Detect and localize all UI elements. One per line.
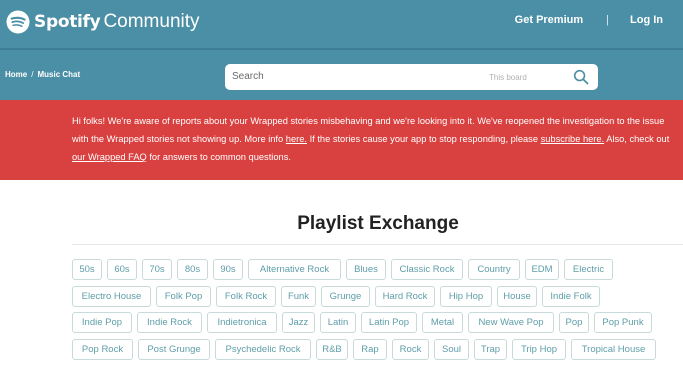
tag-post-grunge[interactable]: Post Grunge bbox=[138, 339, 210, 361]
tag-indietronica[interactable]: Indietronica bbox=[207, 312, 277, 334]
tag-row: Pop Rock Post Grunge Psychedelic Rock R&… bbox=[72, 339, 683, 361]
genre-tag-cloud: 50s 60s 70s 80s 90s Alternative Rock Blu… bbox=[72, 259, 683, 366]
tag-soul[interactable]: Soul bbox=[434, 339, 469, 361]
tag-70s[interactable]: 70s bbox=[142, 259, 172, 280]
top-nav: Get Premium | Log In bbox=[515, 14, 663, 26]
tag-hard-rock[interactable]: Hard Rock bbox=[375, 285, 435, 307]
tag-pop-punk[interactable]: Pop Punk bbox=[594, 312, 652, 334]
tag-indie-rock[interactable]: Indie Rock bbox=[137, 312, 202, 334]
nav-separator: | bbox=[606, 14, 609, 26]
tag-blues[interactable]: Blues bbox=[346, 259, 386, 280]
breadcrumb-separator: / bbox=[31, 70, 34, 79]
top-header: Spotify Community Get Premium | Log In bbox=[0, 0, 683, 48]
alert-text: If the stories cause your app to stop re… bbox=[306, 134, 541, 144]
tag-indie-folk[interactable]: Indie Folk bbox=[542, 285, 600, 307]
announcement-banner: Hi folks! We're aware of reports about y… bbox=[0, 100, 683, 180]
get-premium-link[interactable]: Get Premium bbox=[515, 14, 583, 26]
tag-country[interactable]: Country bbox=[468, 259, 520, 280]
tag-new-wave-pop[interactable]: New Wave Pop bbox=[468, 312, 554, 334]
tag-rap[interactable]: Rap bbox=[353, 339, 387, 361]
brand-community-label: Community bbox=[103, 11, 200, 32]
tag-hip-hop[interactable]: Hip Hop bbox=[440, 285, 492, 307]
tag-pop-rock[interactable]: Pop Rock bbox=[72, 339, 133, 361]
search-box[interactable]: Search This board bbox=[225, 64, 598, 90]
tag-folk-pop[interactable]: Folk Pop bbox=[156, 285, 211, 307]
tag-rock[interactable]: Rock bbox=[392, 339, 429, 361]
alert-text: Also, check out bbox=[604, 134, 670, 144]
spotify-community-logo[interactable]: Spotify Community bbox=[6, 9, 200, 35]
spotify-logo-icon bbox=[6, 10, 30, 34]
tag-trip-hop[interactable]: Trip Hop bbox=[512, 339, 566, 361]
tag-latin[interactable]: Latin bbox=[320, 312, 356, 334]
sub-header: Home / Music Chat Search This board bbox=[0, 50, 683, 100]
tag-50s[interactable]: 50s bbox=[72, 259, 102, 280]
tag-trap[interactable]: Trap bbox=[474, 339, 507, 361]
login-link[interactable]: Log In bbox=[630, 14, 663, 26]
tag-psychedelic-rock[interactable]: Psychedelic Rock bbox=[215, 339, 311, 361]
tag-grunge[interactable]: Grunge bbox=[321, 285, 370, 307]
tag-jazz[interactable]: Jazz bbox=[282, 312, 315, 334]
alert-subscribe-link[interactable]: subscribe here. bbox=[541, 134, 605, 144]
tag-tropical-house[interactable]: Tropical House bbox=[571, 339, 656, 361]
page-title: Playlist Exchange bbox=[297, 213, 459, 234]
breadcrumb: Home / Music Chat bbox=[5, 70, 80, 79]
tag-electric[interactable]: Electric bbox=[564, 259, 613, 280]
title-divider bbox=[72, 244, 683, 245]
tag-pop[interactable]: Pop bbox=[559, 312, 589, 334]
alert-text: for answers to common questions. bbox=[146, 152, 291, 162]
tag-row: 50s 60s 70s 80s 90s Alternative Rock Blu… bbox=[72, 259, 683, 281]
breadcrumb-music-chat[interactable]: Music Chat bbox=[37, 70, 80, 79]
search-icon[interactable] bbox=[573, 69, 589, 85]
tag-electro-house[interactable]: Electro House bbox=[72, 285, 151, 307]
tag-folk-rock[interactable]: Folk Rock bbox=[216, 285, 276, 307]
brand-name: Spotify bbox=[34, 12, 101, 32]
alert-more-info-link[interactable]: here. bbox=[286, 134, 307, 144]
search-input[interactable]: Search bbox=[232, 71, 264, 82]
tag-latin-pop[interactable]: Latin Pop bbox=[361, 312, 417, 334]
tag-funk[interactable]: Funk bbox=[281, 285, 316, 307]
tag-80s[interactable]: 80s bbox=[177, 259, 208, 280]
tag-classic-rock[interactable]: Classic Rock bbox=[391, 259, 463, 280]
tag-90s[interactable]: 90s bbox=[213, 259, 243, 280]
tag-indie-pop[interactable]: Indie Pop bbox=[72, 312, 132, 334]
search-scope-label[interactable]: This board bbox=[489, 73, 527, 82]
tag-house[interactable]: House bbox=[497, 285, 537, 307]
breadcrumb-home[interactable]: Home bbox=[5, 70, 27, 79]
tag-alternative-rock[interactable]: Alternative Rock bbox=[248, 259, 341, 280]
alert-wrapped-faq-link[interactable]: our Wrapped FAQ bbox=[72, 152, 147, 162]
tag-60s[interactable]: 60s bbox=[107, 259, 137, 280]
tag-edm[interactable]: EDM bbox=[525, 259, 559, 280]
tag-rnb[interactable]: R&B bbox=[316, 339, 348, 361]
tag-row: Electro House Folk Pop Folk Rock Funk Gr… bbox=[72, 285, 683, 308]
tag-row: Indie Pop Indie Rock Indietronica Jazz L… bbox=[72, 312, 683, 334]
tag-metal[interactable]: Metal bbox=[422, 312, 463, 334]
